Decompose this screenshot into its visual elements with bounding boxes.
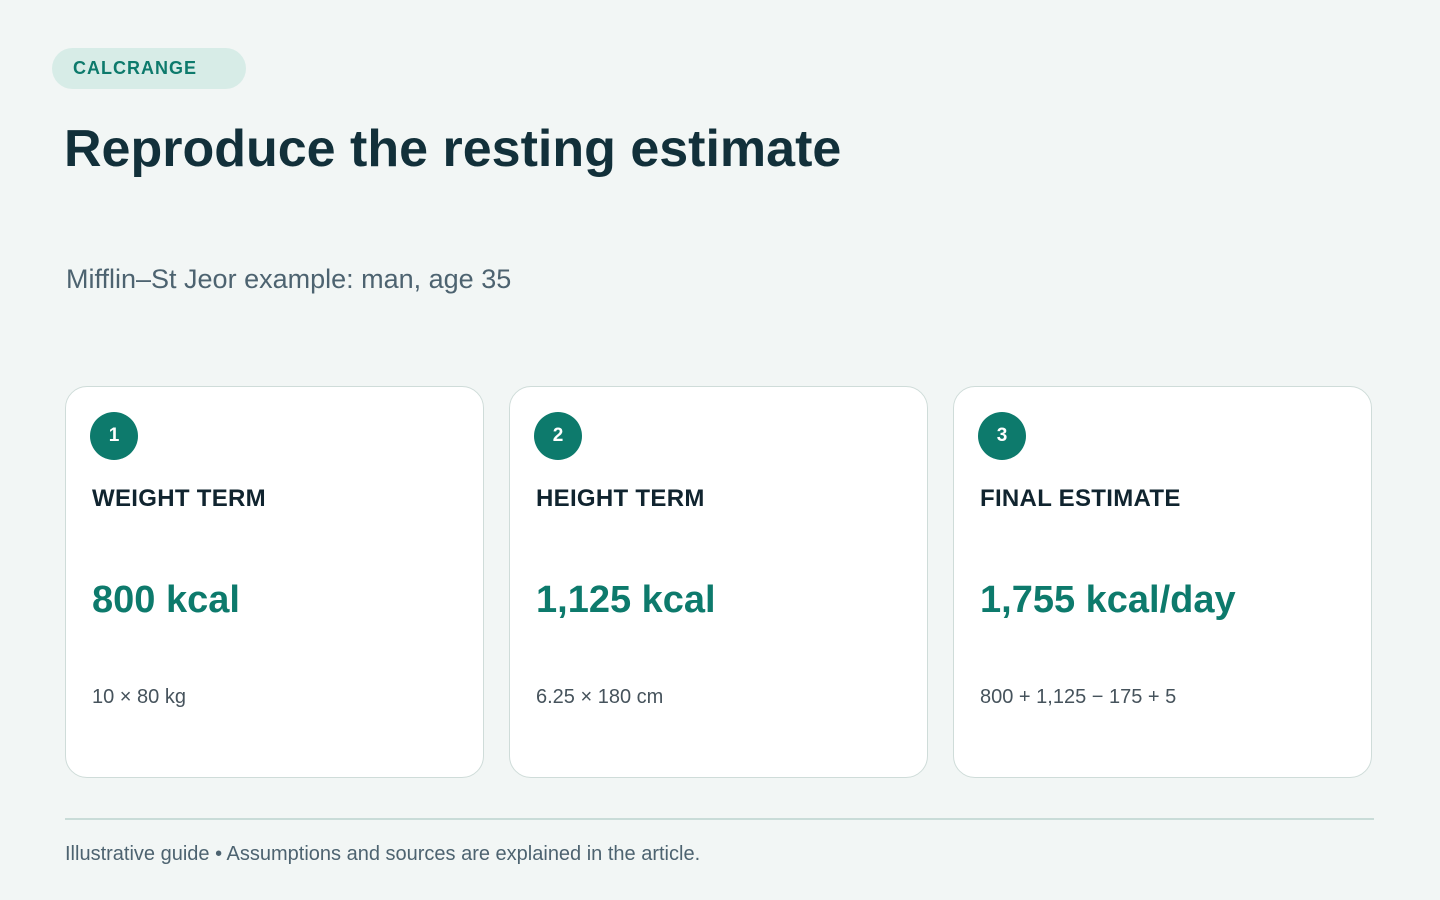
brand-badge: CALCRANGE bbox=[52, 48, 246, 89]
card-value: 1,125 kcal bbox=[536, 579, 716, 621]
footer-divider bbox=[65, 818, 1374, 820]
card-label: FINAL ESTIMATE bbox=[980, 485, 1181, 512]
card-final-estimate: 3 FINAL ESTIMATE 1,755 kcal/day 800 + 1,… bbox=[953, 386, 1372, 778]
card-height-term: 2 HEIGHT TERM 1,125 kcal 6.25 × 180 cm bbox=[509, 386, 928, 778]
card-formula: 6.25 × 180 cm bbox=[536, 686, 664, 708]
card-label: WEIGHT TERM bbox=[92, 485, 266, 512]
step-cards: 1 WEIGHT TERM 800 kcal 10 × 80 kg 2 HEIG… bbox=[65, 386, 1373, 778]
card-formula: 800 + 1,125 − 175 + 5 bbox=[980, 686, 1177, 708]
step-number-badge: 2 bbox=[534, 412, 582, 460]
page: CALCRANGE Reproduce the resting estimate… bbox=[0, 0, 1440, 900]
step-number-badge: 3 bbox=[978, 412, 1026, 460]
page-subtitle: Mifflin–St Jeor example: man, age 35 bbox=[66, 264, 512, 294]
card-value: 800 kcal bbox=[92, 579, 240, 621]
step-number-badge: 1 bbox=[90, 412, 138, 460]
card-label: HEIGHT TERM bbox=[536, 485, 705, 512]
card-value: 1,755 kcal/day bbox=[980, 579, 1236, 621]
card-weight-term: 1 WEIGHT TERM 800 kcal 10 × 80 kg bbox=[65, 386, 484, 778]
page-title: Reproduce the resting estimate bbox=[64, 120, 842, 178]
card-formula: 10 × 80 kg bbox=[92, 686, 186, 708]
footer-note: Illustrative guide • Assumptions and sou… bbox=[65, 843, 701, 865]
